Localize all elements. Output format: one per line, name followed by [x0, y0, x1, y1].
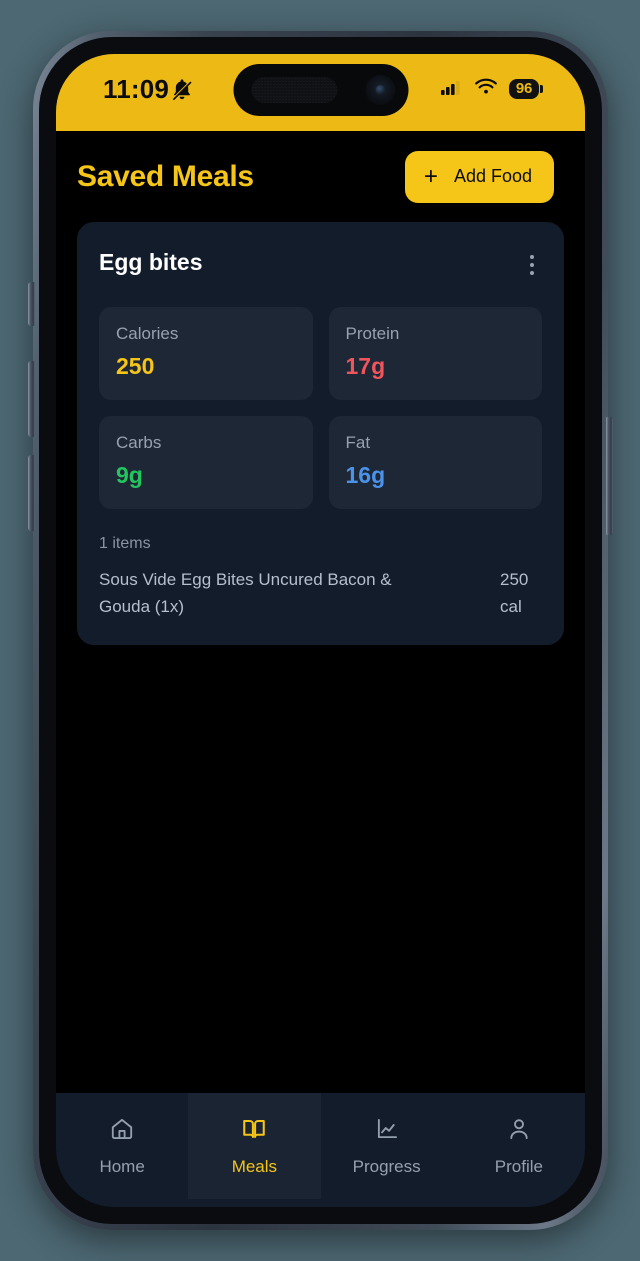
macro-value: 16g [345, 462, 386, 488]
home-icon [109, 1116, 135, 1147]
front-camera [365, 75, 395, 105]
macro-tile-calories: Calories 250 [99, 307, 313, 400]
tab-label: Profile [494, 1156, 543, 1176]
macro-label: Protein [345, 324, 400, 343]
bell-slash-icon [169, 77, 195, 108]
more-vertical-icon[interactable] [522, 249, 542, 281]
kebab-dot [530, 263, 534, 267]
tab-label: Progress [352, 1156, 421, 1176]
chart-line-icon [374, 1116, 400, 1147]
kebab-dot [530, 255, 534, 259]
earpiece-speaker [251, 77, 337, 103]
macro-value: 250 [116, 353, 155, 379]
macro-value: 17g [345, 353, 386, 379]
wifi-icon [474, 78, 498, 100]
list-item: Sous Vide Egg Bites Uncured Bacon & Goud… [99, 567, 542, 621]
plus-icon: + [423, 162, 438, 190]
items-count: 1 items [99, 535, 151, 552]
macro-label: Fat [345, 433, 371, 452]
cellular-signal-icon [440, 79, 463, 100]
meal-card[interactable]: Egg bites Calories 250 Protein 17g Carbs… [77, 222, 564, 645]
bottom-tab-bar: Home Meals Progress Profile [56, 1093, 585, 1199]
meal-card-header: Egg bites [99, 249, 542, 281]
tab-label: Meals [231, 1156, 278, 1176]
tab-meals[interactable]: Meals [188, 1093, 321, 1199]
item-calories: 250 cal [500, 570, 529, 616]
meals-list: Egg bites Calories 250 Protein 17g Carbs… [56, 222, 585, 1093]
item-name: Sous Vide Egg Bites Uncured Bacon & Goud… [99, 570, 392, 616]
macro-grid: Calories 250 Protein 17g Carbs 9g Fat 16… [99, 307, 542, 509]
macro-label: Calories [116, 324, 179, 343]
book-icon [241, 1116, 267, 1147]
home-indicator-area [56, 1199, 585, 1207]
battery-indicator: 96 [508, 79, 543, 99]
battery-level-label: 96 [508, 79, 539, 99]
macro-tile-protein: Protein 17g [328, 307, 542, 400]
macro-tile-fat: Fat 16g [328, 416, 542, 509]
person-icon [506, 1116, 532, 1147]
add-food-label: Add Food [453, 166, 532, 186]
action-button[interactable] [28, 282, 35, 326]
volume-up-button[interactable] [28, 361, 35, 437]
status-bar-indicators: 96 [440, 78, 543, 100]
power-button[interactable] [606, 417, 613, 535]
volume-down-button[interactable] [28, 455, 35, 531]
battery-nub [540, 85, 543, 93]
dynamic-island [233, 64, 408, 116]
macro-tile-carbs: Carbs 9g [99, 416, 313, 509]
status-bar: 11:09 96 [56, 54, 585, 131]
screenshot-stage: 11:09 96 Saved Meals + Add Food Egg bite… [0, 0, 640, 1261]
kebab-dot [530, 271, 534, 275]
macro-label: Carbs [116, 433, 162, 452]
meal-name: Egg bites [99, 249, 203, 275]
tab-label: Home [99, 1156, 145, 1176]
tab-progress[interactable]: Progress [321, 1093, 453, 1199]
app-header: Saved Meals + Add Food [56, 131, 585, 222]
macro-value: 9g [116, 462, 143, 488]
phone-screen: 11:09 96 Saved Meals + Add Food Egg bite… [56, 54, 585, 1207]
page-title: Saved Meals [77, 159, 254, 193]
tab-home[interactable]: Home [56, 1093, 188, 1199]
tab-profile[interactable]: Profile [453, 1093, 585, 1199]
add-food-button[interactable]: + Add Food [404, 150, 554, 203]
status-bar-time: 11:09 [103, 74, 170, 104]
